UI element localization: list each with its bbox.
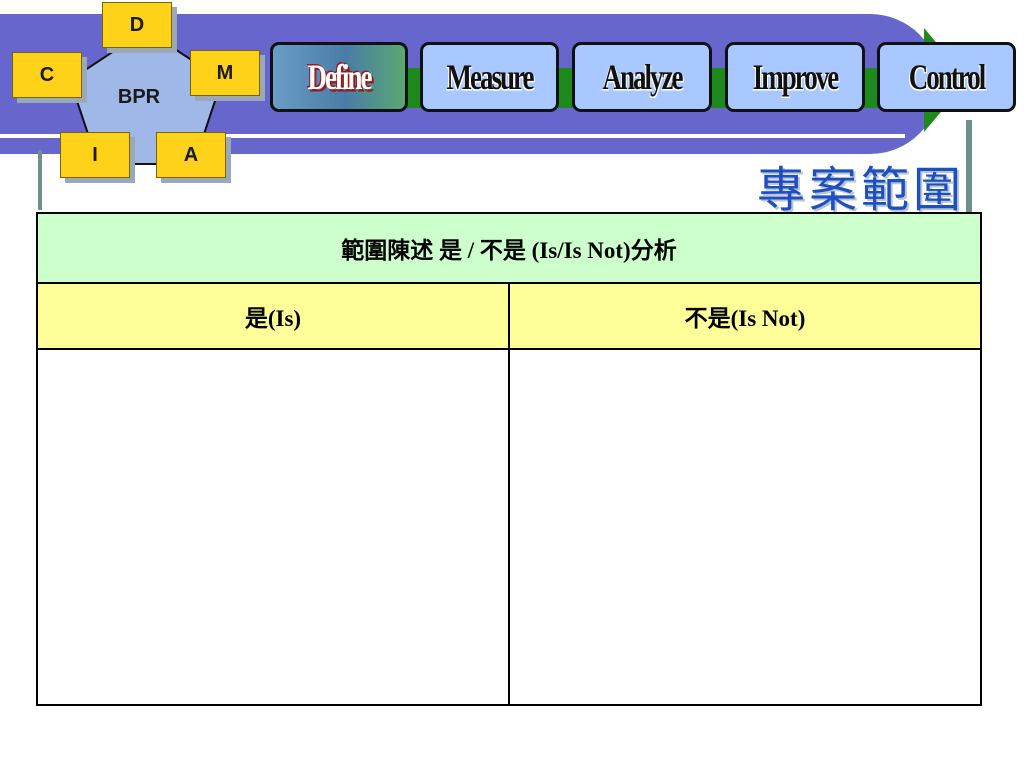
cell-is[interactable] — [36, 348, 510, 706]
node-define[interactable]: D — [102, 2, 172, 48]
table-heading-row: 範圍陳述 是 / 不是 (Is/Is Not)分析 — [36, 212, 982, 284]
tab-improve-label: Improve — [752, 56, 839, 97]
tab-analyze-label: Analyze — [602, 56, 684, 97]
tab-define[interactable]: Define — [270, 42, 408, 112]
tab-analyze[interactable]: Analyze — [572, 42, 712, 112]
tab-control[interactable]: Control — [877, 42, 1016, 112]
tab-measure[interactable]: Measure — [420, 42, 559, 112]
node-measure[interactable]: M — [190, 50, 260, 96]
table-heading: 範圍陳述 是 / 不是 (Is/Is Not)分析 — [36, 212, 982, 284]
tab-improve[interactable]: Improve — [725, 42, 865, 112]
frame-left-edge — [38, 150, 42, 210]
table-row — [36, 348, 982, 706]
tab-control-label: Control — [908, 56, 987, 97]
column-is: 是(Is) — [36, 282, 510, 350]
node-analyze[interactable]: A — [156, 132, 226, 178]
tab-measure-label: Measure — [446, 56, 535, 97]
tab-define-label: Define — [307, 56, 373, 97]
cell-is-not[interactable] — [508, 348, 982, 706]
scope-table: 範圍陳述 是 / 不是 (Is/Is Not)分析 是(Is) 不是(Is No… — [36, 212, 982, 706]
page-title: 專案範圍 — [756, 162, 965, 218]
node-control[interactable]: C — [12, 52, 82, 98]
node-improve[interactable]: I — [60, 132, 130, 178]
frame-right-edge — [966, 120, 972, 215]
column-is-not: 不是(Is Not) — [508, 282, 982, 350]
table-column-row: 是(Is) 不是(Is Not) — [36, 282, 982, 350]
bpr-label: BPR — [117, 86, 161, 108]
